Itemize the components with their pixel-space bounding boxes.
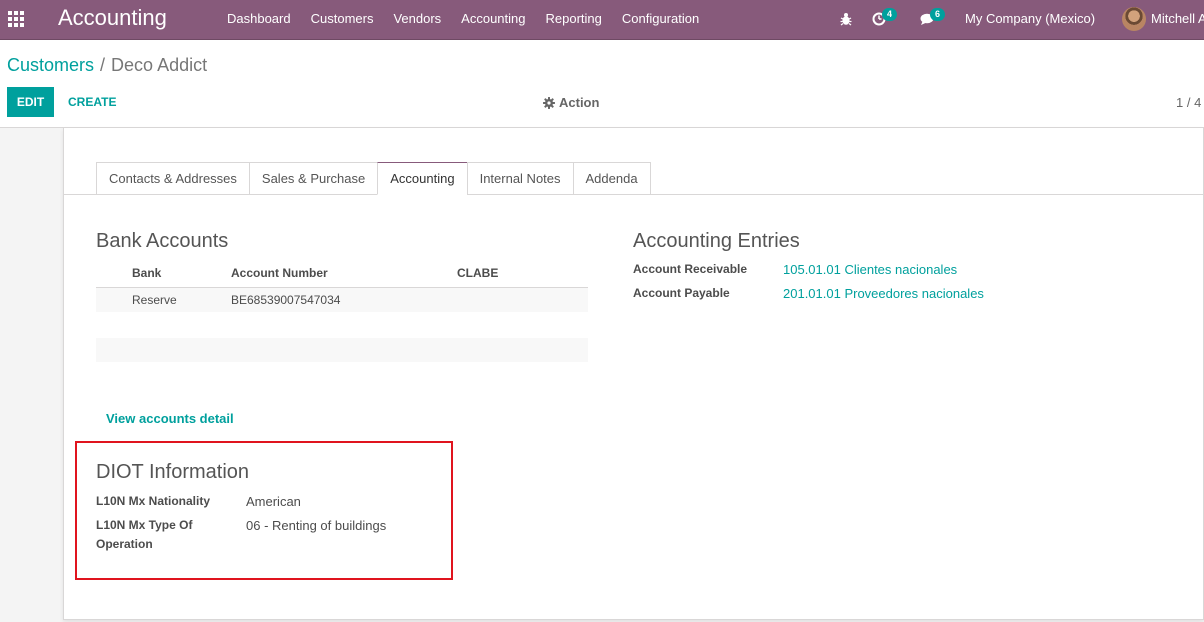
row-spacer: [96, 287, 132, 312]
breadcrumb-separator: /: [100, 55, 106, 75]
form-view: Contacts & Addresses Sales & Purchase Ac…: [0, 128, 1204, 622]
company-switcher[interactable]: My Company (Mexico): [965, 0, 1095, 38]
create-button[interactable]: CREATE: [60, 87, 124, 117]
menu-dashboard[interactable]: Dashboard: [217, 0, 301, 40]
tab-addenda[interactable]: Addenda: [572, 162, 651, 195]
cell-account-number: BE68539007547034: [231, 287, 457, 312]
breadcrumb-customers[interactable]: Customers: [7, 55, 94, 75]
accounting-entries-title: Accounting Entries: [633, 230, 800, 252]
menu-configuration[interactable]: Configuration: [612, 0, 709, 40]
cell-bank: Reserve: [132, 287, 231, 312]
tab-internal-notes[interactable]: Internal Notes: [466, 162, 573, 195]
type-of-operation-label: L10N Mx Type Of Operation: [96, 516, 192, 554]
menu-customers[interactable]: Customers: [301, 0, 384, 40]
breadcrumb: Customers / Deco Addict: [7, 55, 207, 76]
activity-counter-badge: 4: [882, 8, 898, 21]
account-receivable-label: Account Receivable: [633, 262, 748, 276]
tab-contacts-addresses[interactable]: Contacts & Addresses: [96, 162, 249, 195]
table-header-row: Bank Account Number CLABE: [96, 260, 588, 288]
top-navbar: Accounting Dashboard Customers Vendors A…: [0, 0, 1204, 40]
bank-accounts-title: Bank Accounts: [96, 230, 229, 252]
type-of-operation-label-line1: L10N Mx Type Of: [96, 518, 193, 532]
type-of-operation-label-line2: Operation: [96, 537, 153, 551]
nationality-value: American: [246, 494, 301, 509]
user-menu[interactable]: Mitchell Admin: [1151, 0, 1204, 38]
app-title: Accounting: [58, 5, 167, 30]
menu-vendors[interactable]: Vendors: [383, 0, 451, 40]
form-sheet: Contacts & Addresses Sales & Purchase Ac…: [63, 128, 1204, 620]
column-header-bank[interactable]: Bank: [132, 260, 231, 288]
account-receivable-value[interactable]: 105.01.01 Clientes nacionales: [783, 262, 957, 277]
notebook-tabs: Contacts & Addresses Sales & Purchase Ac…: [96, 162, 651, 195]
avatar[interactable]: [1122, 7, 1146, 31]
bank-accounts-table: Bank Account Number CLABE Reserve BE6853…: [96, 260, 588, 312]
diot-information-title: DIOT Information: [96, 461, 250, 483]
breadcrumb-current-record: Deco Addict: [111, 55, 208, 75]
main-menu: Dashboard Customers Vendors Accounting R…: [217, 0, 709, 40]
tab-sales-purchase[interactable]: Sales & Purchase: [248, 162, 378, 195]
type-of-operation-value: 06 - Renting of buildings: [246, 518, 387, 533]
edit-button[interactable]: EDIT: [7, 87, 54, 117]
column-header-account-number[interactable]: Account Number: [231, 260, 457, 288]
apps-grid-icon[interactable]: [8, 11, 26, 27]
menu-accounting[interactable]: Accounting: [451, 0, 535, 40]
bug-icon[interactable]: [840, 12, 852, 26]
nationality-label: L10N Mx Nationality: [96, 494, 211, 508]
control-panel: Customers / Deco Addict EDIT CREATE Action…: [0, 41, 1204, 128]
menu-reporting[interactable]: Reporting: [536, 0, 612, 40]
tab-accounting[interactable]: Accounting: [377, 162, 467, 195]
message-counter-badge: 6: [930, 8, 946, 21]
tabs-divider: [64, 194, 1203, 195]
empty-table-row: [96, 338, 588, 362]
table-row[interactable]: Reserve BE68539007547034: [96, 287, 588, 312]
account-payable-label: Account Payable: [633, 286, 730, 300]
column-header-clabe[interactable]: CLABE: [457, 260, 588, 288]
view-accounts-detail-link[interactable]: View accounts detail: [106, 411, 234, 426]
account-payable-value[interactable]: 201.01.01 Proveedores nacionales: [783, 286, 984, 301]
table-header-spacer: [96, 260, 132, 288]
action-label: Action: [559, 95, 600, 110]
pager-counter[interactable]: 1 / 4: [1176, 95, 1201, 110]
action-dropdown[interactable]: Action: [543, 95, 599, 110]
gear-icon: [543, 96, 555, 109]
cell-clabe: [457, 287, 588, 312]
